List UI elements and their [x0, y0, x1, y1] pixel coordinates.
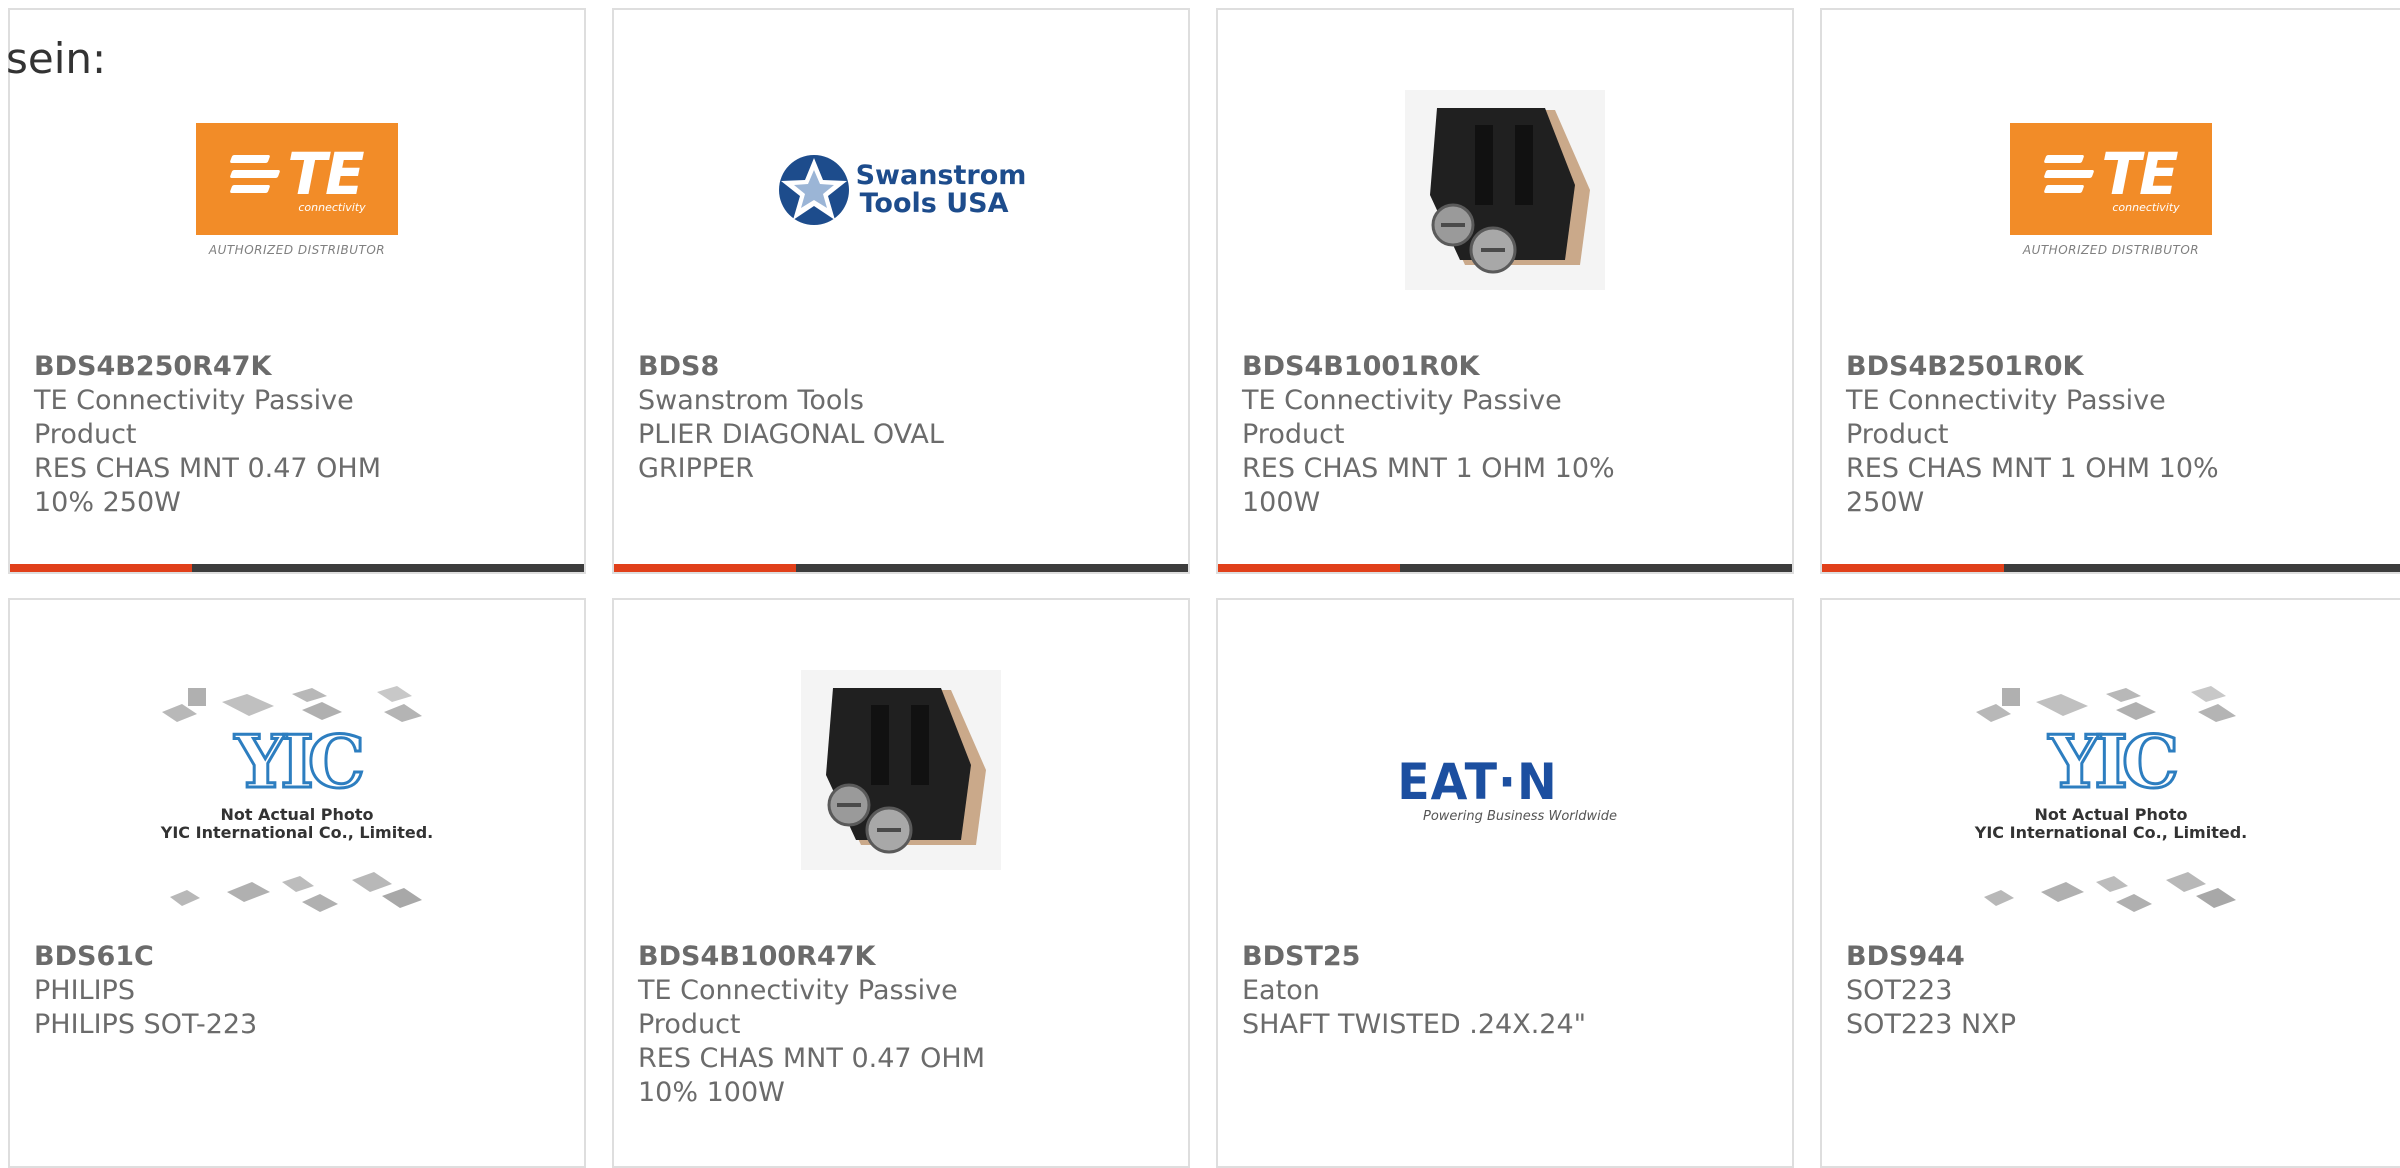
manufacturer: Swanstrom Tools [638, 385, 864, 416]
part-number[interactable]: BDS944 [1846, 940, 2260, 974]
card-bar [1822, 564, 2400, 572]
resistor-photo [801, 670, 1001, 870]
lead-text: sein: [6, 34, 107, 83]
part-number[interactable]: BDS4B100R47K [638, 940, 1048, 974]
manufacturer: TE Connectivity Passive Product [1242, 385, 1562, 450]
product-card[interactable]: TE connectivity AUTHORIZED DISTRIBUTOR B… [8, 8, 586, 574]
manufacturer: Eaton [1242, 975, 1320, 1006]
product-card[interactable]: BDS4B100R47K TE Connectivity Passive Pro… [612, 598, 1190, 1168]
description: RES CHAS MNT 0.47 OHM 10% 100W [638, 1043, 986, 1108]
card-bar [1218, 564, 1792, 572]
product-image[interactable]: TE connectivity AUTHORIZED DISTRIBUTOR [10, 70, 584, 310]
manufacturer: TE Connectivity Passive Product [1846, 385, 2166, 450]
product-image[interactable] [1218, 70, 1792, 310]
description: RES CHAS MNT 0.47 OHM 10% 250W [34, 453, 382, 518]
part-number[interactable]: BDS61C [34, 940, 444, 974]
product-card[interactable]: Swanstrom Tools USA BDS8 Swanstrom Tools… [612, 8, 1190, 574]
eaton-logo: EAT·N Powering Business Worldwide [1397, 752, 1617, 824]
description: RES CHAS MNT 1 OHM 10% 100W [1242, 453, 1615, 518]
product-card[interactable]: TE connectivity AUTHORIZED DISTRIBUTOR B… [1820, 8, 2400, 574]
te-connectivity-logo: TE connectivity AUTHORIZED DISTRIBUTOR [196, 123, 398, 257]
yic-placeholder-image: YIC Not Actual Photo YIC International C… [1966, 682, 2256, 932]
product-card[interactable]: EAT·N Powering Business Worldwide BDST25… [1216, 598, 1794, 1168]
te-connectivity-logo: TE connectivity AUTHORIZED DISTRIBUTOR [2010, 123, 2212, 257]
description: PLIER DIAGONAL OVAL GRIPPER [638, 419, 944, 484]
resistor-photo [1405, 90, 1605, 290]
part-number[interactable]: BDS4B1001R0K [1242, 350, 1652, 384]
card-bar [614, 564, 1188, 572]
product-image[interactable]: TE connectivity AUTHORIZED DISTRIBUTOR [1822, 70, 2400, 310]
product-card[interactable]: YIC Not Actual Photo YIC International C… [1820, 598, 2400, 1168]
description: RES CHAS MNT 1 OHM 10% 250W [1846, 453, 2219, 518]
part-number[interactable]: BDST25 [1242, 940, 1652, 974]
part-number[interactable]: BDS4B250R47K [34, 350, 444, 384]
manufacturer: TE Connectivity Passive Product [638, 975, 958, 1040]
product-card[interactable]: BDS4B1001R0K TE Connectivity Passive Pro… [1216, 8, 1794, 574]
part-number[interactable]: BDS8 [638, 350, 1048, 384]
product-card[interactable]: YIC Not Actual Photo YIC International C… [8, 598, 586, 1168]
swanstrom-logo: Swanstrom Tools USA [776, 152, 1026, 228]
product-image[interactable]: Swanstrom Tools USA [614, 70, 1188, 310]
card-bar [10, 564, 584, 572]
product-image[interactable] [614, 670, 1188, 870]
product-image[interactable]: YIC Not Actual Photo YIC International C… [1822, 682, 2400, 932]
description: PHILIPS SOT-223 [34, 1009, 258, 1040]
yic-placeholder-image: YIC Not Actual Photo YIC International C… [152, 682, 442, 932]
manufacturer: PHILIPS [34, 975, 135, 1006]
product-image[interactable]: EAT·N Powering Business Worldwide [1218, 690, 1792, 890]
description: SOT223 NXP [1846, 1009, 2016, 1040]
part-number[interactable]: BDS4B2501R0K [1846, 350, 2260, 384]
product-image[interactable]: YIC Not Actual Photo YIC International C… [10, 682, 584, 932]
manufacturer: SOT223 [1846, 975, 1953, 1006]
manufacturer: TE Connectivity Passive Product [34, 385, 354, 450]
description: SHAFT TWISTED .24X.24" [1242, 1009, 1587, 1040]
